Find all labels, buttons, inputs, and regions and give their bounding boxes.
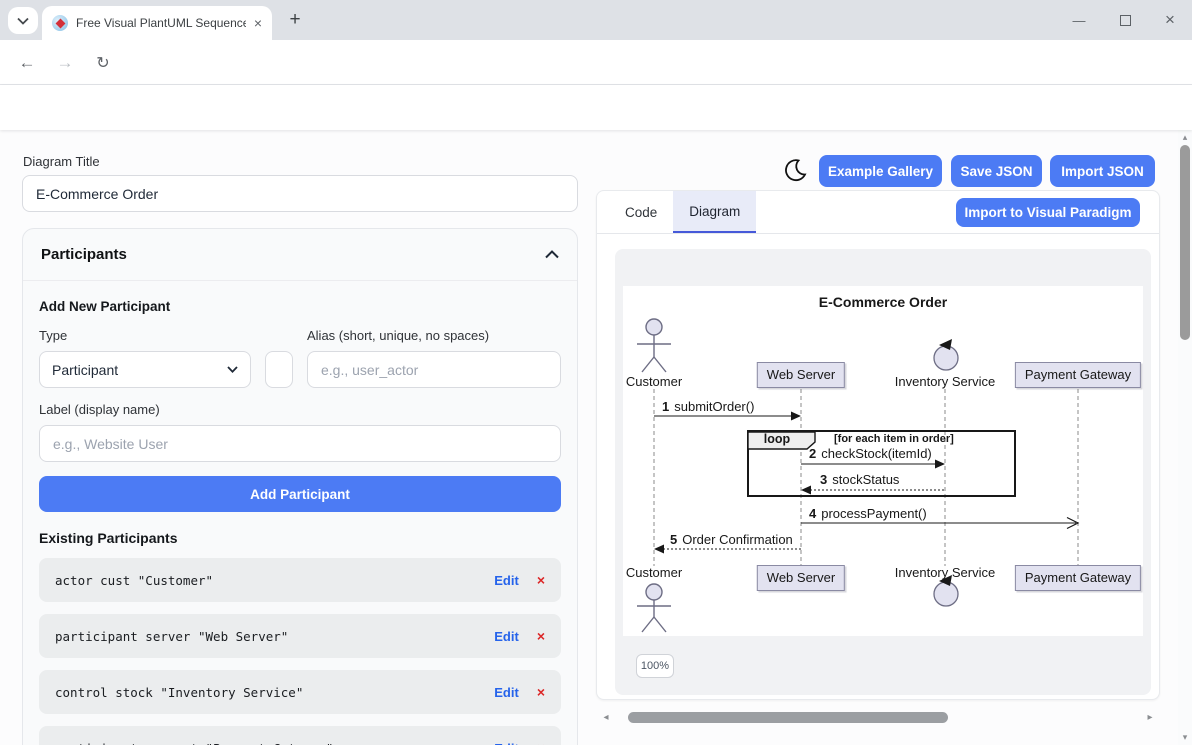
participant-box-web-server-bottom: Web Server — [757, 565, 845, 591]
loop-operator-label: loop — [748, 432, 806, 446]
alias-input[interactable] — [307, 351, 561, 388]
mini-input-box[interactable] — [265, 351, 293, 388]
participant-box-payment-gateway-bottom: Payment Gateway — [1015, 565, 1141, 591]
participants-card: Participants Add New Participant Type Pa… — [22, 228, 578, 745]
import-to-visual-paradigm-button[interactable]: Import to Visual Paradigm — [956, 198, 1140, 227]
forward-button[interactable]: → — [52, 50, 78, 76]
browser-window: Free Visual PlantUML Sequence × + — × ← … — [0, 0, 1192, 745]
vertical-scroll-thumb[interactable] — [1180, 145, 1190, 340]
message-5-label: 5Order Confirmation — [670, 532, 793, 547]
preview-tabbar: Code Diagram Import to Visual Paradigm — [597, 191, 1159, 234]
display-name-input[interactable] — [39, 425, 561, 462]
import-json-button[interactable]: Import JSON — [1050, 155, 1155, 187]
add-participant-button[interactable]: Add Participant — [39, 476, 561, 512]
tab-close-icon[interactable]: × — [254, 16, 262, 30]
edit-participant-button[interactable]: Edit — [494, 685, 519, 700]
loop-condition-label: [for each item in order] — [834, 433, 954, 445]
type-label: Type — [39, 328, 251, 343]
edit-participant-button[interactable]: Edit — [494, 629, 519, 644]
horizontal-scroll-thumb[interactable] — [628, 712, 948, 723]
vertical-scrollbar[interactable]: ▴ ▾ — [1178, 130, 1192, 745]
horizontal-scroll-track[interactable] — [612, 708, 1144, 726]
participants-card-header[interactable]: Participants — [23, 229, 577, 281]
tab-diagram[interactable]: Diagram — [673, 191, 756, 233]
participant-box-web-server: Web Server — [757, 362, 845, 388]
participant-row: participant payment "Payment Gateway" Ed… — [39, 726, 561, 745]
participant-code: participant payment "Payment Gateway" — [55, 741, 494, 745]
scroll-left-icon[interactable]: ◂ — [600, 712, 612, 723]
participant-label-customer-bottom: Customer — [626, 565, 682, 580]
type-select[interactable]: Participant — [39, 351, 251, 388]
diagram-title-input[interactable] — [22, 175, 578, 212]
edit-participant-button[interactable]: Edit — [494, 573, 519, 588]
delete-participant-icon[interactable]: × — [537, 572, 545, 588]
participant-code: actor cust "Customer" — [55, 573, 494, 588]
scroll-down-icon[interactable]: ▾ — [1178, 732, 1192, 743]
diagram-viewport[interactable]: E-Commerce Order Customer Web Server Inv… — [615, 249, 1151, 695]
maximize-button[interactable] — [1110, 0, 1140, 40]
select-chevron-icon — [227, 366, 238, 373]
maximize-icon — [1120, 15, 1131, 26]
participant-label-inventory-service: Inventory Service — [895, 374, 995, 389]
tab-title: Free Visual PlantUML Sequence — [76, 16, 246, 30]
site-favicon-icon — [52, 15, 68, 31]
delete-participant-icon[interactable]: × — [537, 684, 545, 700]
diagram-title-label: Diagram Title — [23, 154, 100, 169]
browser-titlebar: Free Visual PlantUML Sequence × + — × — [0, 0, 1192, 40]
new-tab-button[interactable]: + — [284, 9, 306, 31]
delete-participant-icon[interactable]: × — [537, 628, 545, 644]
back-button[interactable]: ← — [14, 50, 40, 76]
participants-section-title: Participants — [41, 246, 127, 263]
close-window-button[interactable]: × — [1155, 0, 1185, 40]
participant-label-customer: Customer — [626, 374, 682, 389]
participant-row: control stock "Inventory Service" Edit × — [39, 670, 561, 714]
participant-code: participant server "Web Server" — [55, 629, 494, 644]
scroll-up-icon[interactable]: ▴ — [1178, 132, 1192, 143]
example-gallery-button[interactable]: Example Gallery — [819, 155, 942, 187]
control-icon-top — [934, 339, 958, 370]
tab-code[interactable]: Code — [609, 191, 673, 233]
delete-participant-icon[interactable]: × — [537, 740, 545, 745]
preview-panel: Code Diagram Import to Visual Paradigm — [596, 190, 1160, 700]
message-3-label: 3stockStatus — [820, 472, 899, 487]
page-content: Diagram Title Participants Add New Parti… — [0, 130, 1178, 745]
browser-toolbar: ← → ↻ ai-toolbox.visual-paradigm.com/app… — [0, 40, 1192, 85]
message-4-label: 4processPayment() — [809, 506, 927, 521]
alias-field-group: Alias (short, unique, no spaces) — [307, 328, 561, 388]
participant-row: actor cust "Customer" Edit × — [39, 558, 561, 602]
add-new-participant-title: Add New Participant — [39, 299, 561, 314]
actor-figure-bottom — [637, 584, 671, 632]
reload-button[interactable]: ↻ — [90, 50, 116, 76]
actor-figure-top — [637, 319, 671, 372]
participants-card-body: Add New Participant Type Participant Ali… — [23, 281, 577, 745]
tab-search-button[interactable] — [8, 7, 38, 34]
chevron-up-icon[interactable] — [545, 250, 559, 259]
app-header — [0, 85, 1192, 130]
browser-tab[interactable]: Free Visual PlantUML Sequence × — [42, 6, 272, 40]
type-select-value: Participant — [52, 362, 227, 378]
participant-label-inventory-service-bottom: Inventory Service — [895, 565, 995, 580]
participant-box-payment-gateway: Payment Gateway — [1015, 362, 1141, 388]
participant-code: control stock "Inventory Service" — [55, 685, 494, 700]
edit-participant-button[interactable]: Edit — [494, 741, 519, 745]
alias-label: Alias (short, unique, no spaces) — [307, 328, 561, 343]
sequence-diagram-canvas: E-Commerce Order Customer Web Server Inv… — [623, 286, 1143, 636]
display-name-label: Label (display name) — [39, 402, 561, 417]
message-2-label: 2checkStock(itemId) — [809, 446, 932, 461]
scroll-right-icon[interactable]: ▸ — [1144, 712, 1156, 723]
horizontal-scrollbar[interactable]: ◂ ▸ — [600, 708, 1156, 726]
save-json-button[interactable]: Save JSON — [951, 155, 1042, 187]
message-1-label: 1submitOrder() — [662, 399, 754, 414]
existing-participants-title: Existing Participants — [39, 530, 561, 546]
minimize-button[interactable]: — — [1064, 0, 1094, 40]
dark-mode-toggle-moon-icon[interactable] — [784, 158, 807, 182]
zoom-level-badge[interactable]: 100% — [636, 654, 674, 678]
participant-row: participant server "Web Server" Edit × — [39, 614, 561, 658]
display-name-field-group: Label (display name) — [39, 402, 561, 462]
diagram-title: E-Commerce Order — [623, 294, 1143, 310]
type-field-group: Type Participant — [39, 328, 251, 388]
chevron-down-icon — [17, 17, 29, 25]
